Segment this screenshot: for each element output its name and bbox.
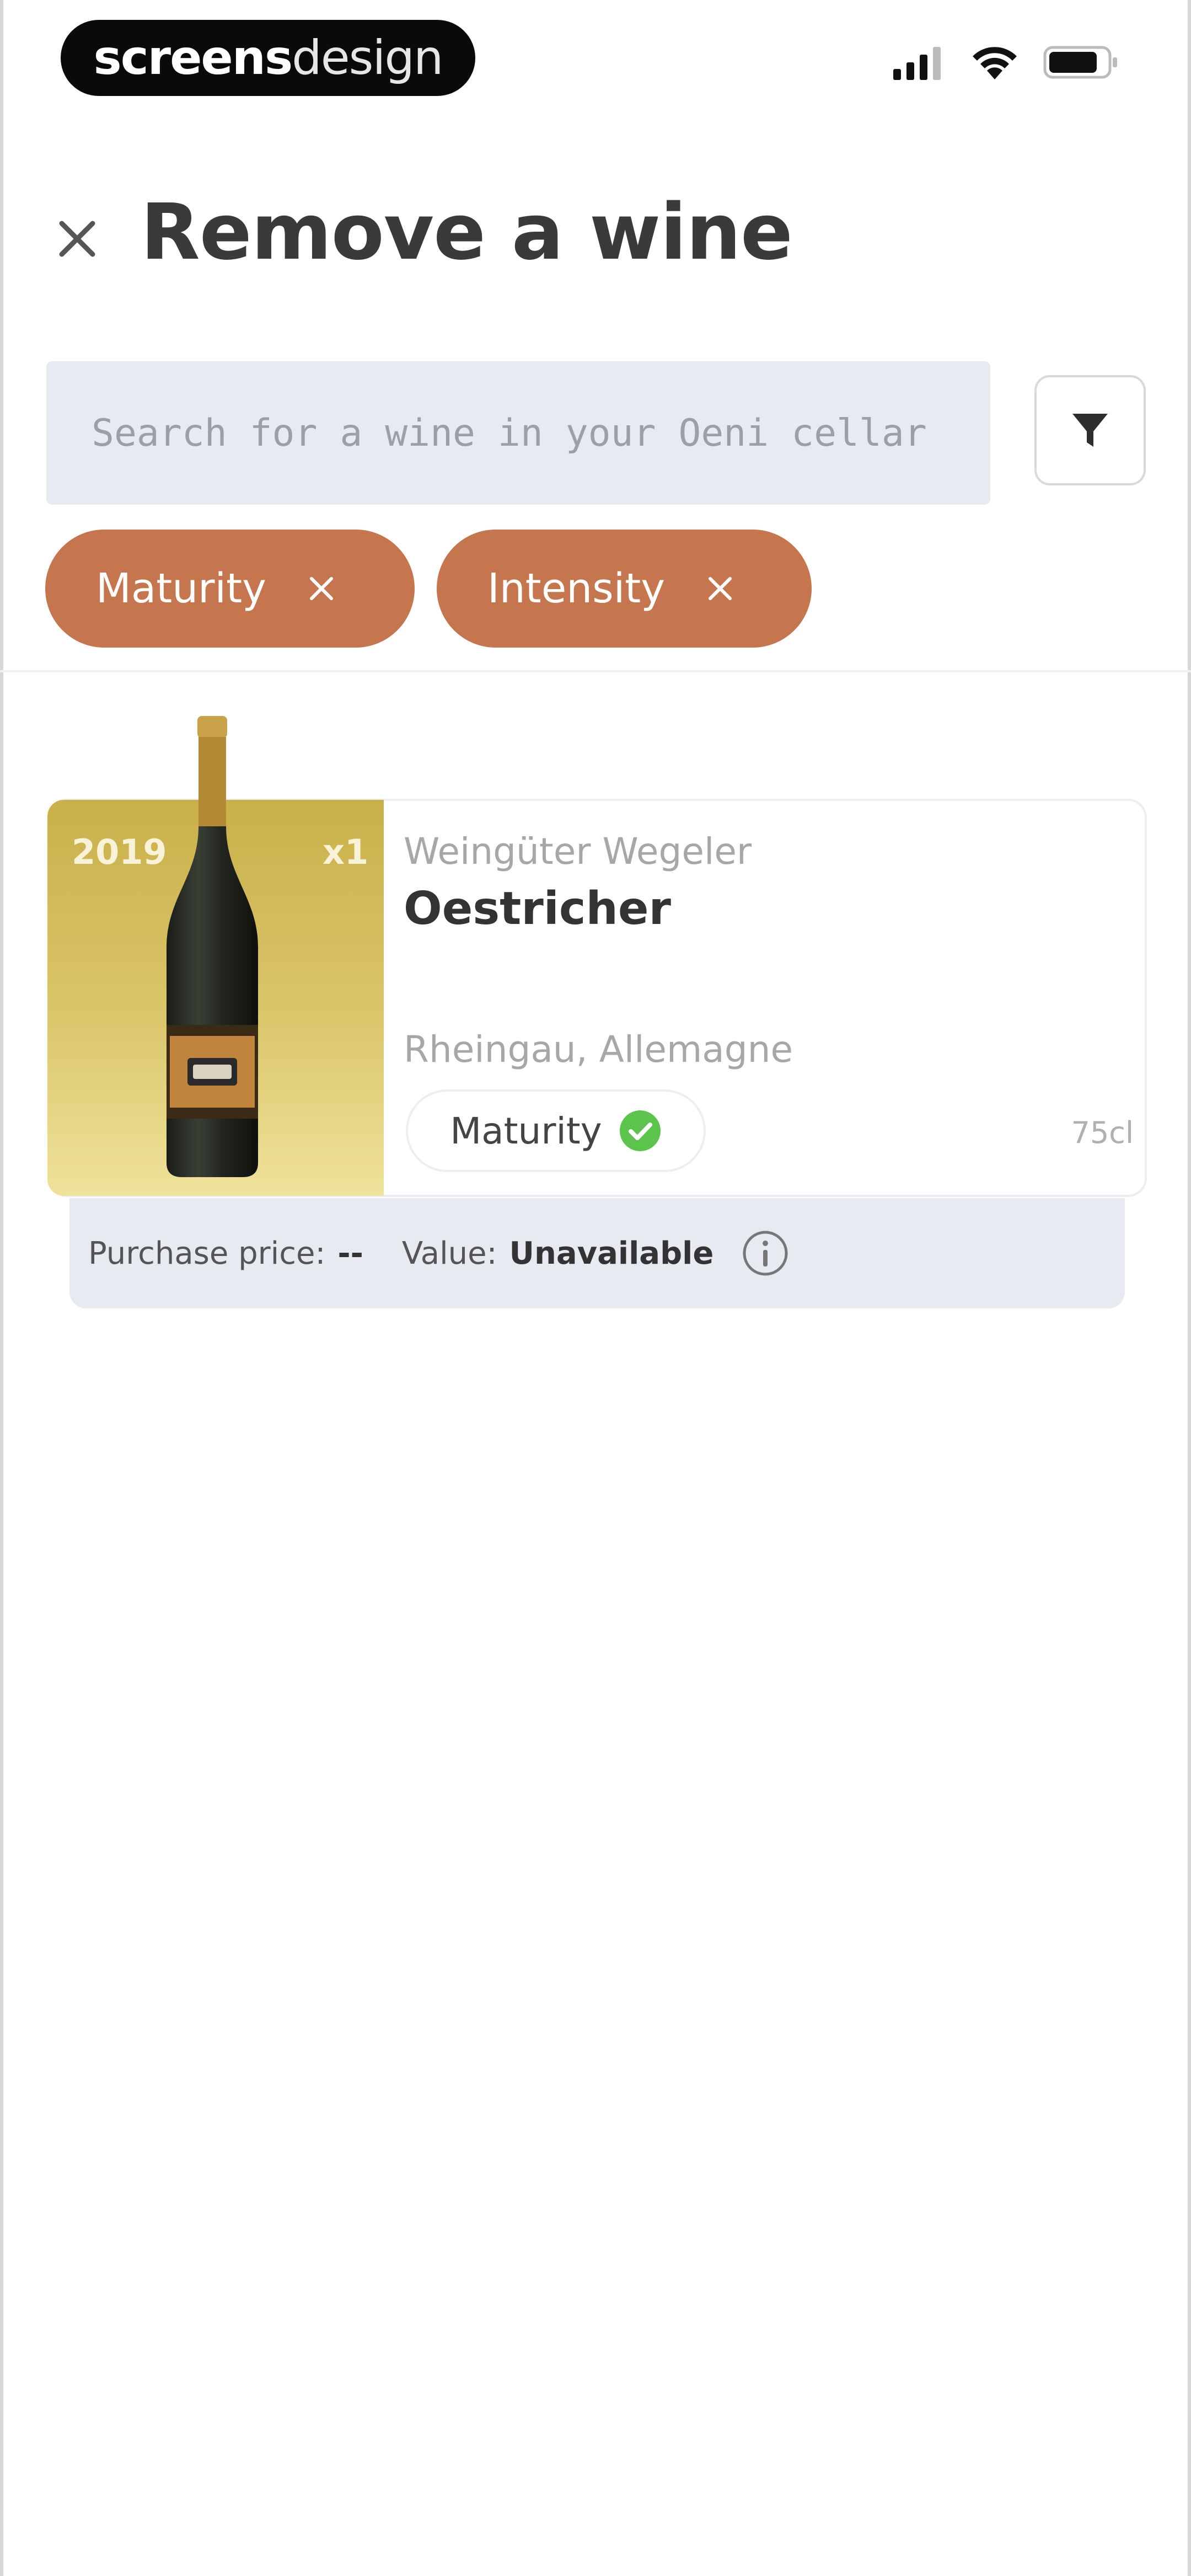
close-icon <box>59 221 95 257</box>
info-button[interactable] <box>741 1229 790 1278</box>
search-box[interactable] <box>46 361 990 505</box>
purchase-price-label: Purchase price: <box>88 1235 326 1271</box>
chip-remove-icon[interactable] <box>305 572 338 605</box>
info-icon <box>743 1231 788 1276</box>
brand-text: screensdesign <box>93 30 444 85</box>
value-value: Unavailable <box>509 1235 714 1271</box>
page-title: Remove a wine <box>141 188 793 277</box>
section-divider <box>0 670 1191 672</box>
wine-volume: 75cl <box>1071 1115 1134 1150</box>
filter-icon <box>1072 414 1108 447</box>
brand-text-light: design <box>292 30 443 85</box>
brand-text-bold: screens <box>93 30 293 85</box>
wine-quantity: x1 <box>323 832 369 872</box>
wine-name: Oestricher <box>404 883 671 935</box>
value-label: Value: <box>401 1235 497 1271</box>
wine-region: Rheingau, Allemagne <box>404 1028 793 1071</box>
filter-chip-maturity[interactable]: Maturity <box>45 530 415 648</box>
wifi-icon <box>973 47 1017 79</box>
close-button[interactable] <box>51 212 104 265</box>
brand-logo: screensdesign <box>61 20 475 96</box>
maturity-badge-label: Maturity <box>450 1109 602 1152</box>
purchase-price-value: -- <box>337 1235 363 1271</box>
filter-chip-label: Intensity <box>487 565 666 612</box>
price-strip: Purchase price: -- Value: Unavailable <box>69 1198 1125 1308</box>
status-bar-icons <box>893 43 1119 82</box>
wine-bottle-image <box>167 716 258 1177</box>
signal-icon <box>893 47 941 80</box>
wine-producer: Weingüter Wegeler <box>404 830 752 873</box>
check-circle-icon <box>619 1110 661 1151</box>
chip-remove-icon[interactable] <box>704 572 737 605</box>
filter-chip-intensity[interactable]: Intensity <box>437 530 812 648</box>
filter-chip-label: Maturity <box>96 565 266 612</box>
filter-button[interactable] <box>1034 375 1146 485</box>
search-input[interactable] <box>90 410 990 456</box>
battery-icon <box>1043 46 1117 79</box>
wine-vintage: 2019 <box>72 832 167 872</box>
maturity-badge: Maturity <box>406 1089 706 1172</box>
